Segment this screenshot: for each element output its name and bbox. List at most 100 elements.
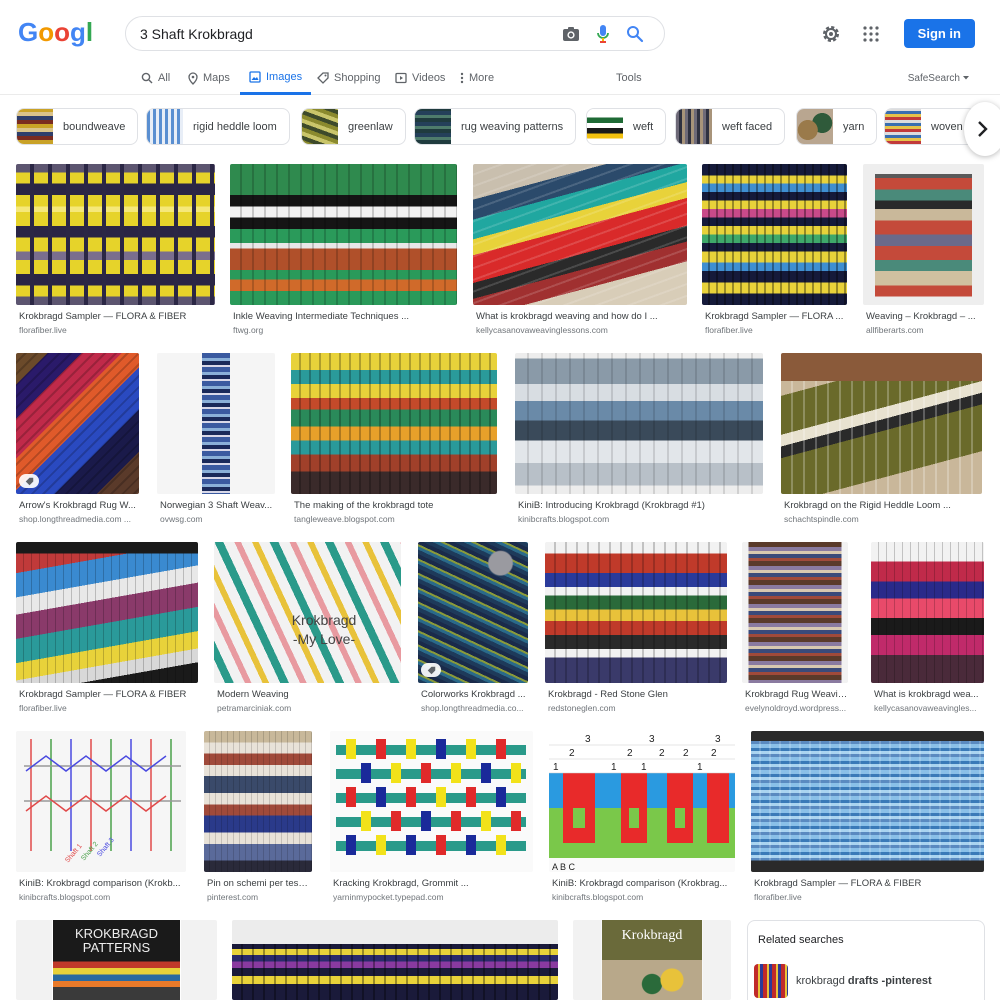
result-source[interactable]: florafiber.live bbox=[754, 892, 984, 902]
result-thumbnail[interactable] bbox=[863, 164, 984, 305]
result-source[interactable]: kinibcrafts.blogspot.com bbox=[19, 892, 186, 902]
result-thumbnail[interactable] bbox=[157, 353, 275, 494]
tab-all[interactable]: All bbox=[141, 62, 170, 94]
result-source[interactable]: florafiber.live bbox=[705, 325, 847, 335]
result-source[interactable]: tangleweave.blogspot.com bbox=[294, 514, 497, 524]
settings-gear-icon[interactable] bbox=[820, 23, 842, 45]
result-source[interactable]: ftwg.org bbox=[233, 325, 457, 335]
result-title[interactable]: Krokbragd Sampler — FLORA & FIBER bbox=[19, 689, 198, 700]
result-thumbnail[interactable] bbox=[16, 353, 139, 494]
result-title[interactable]: What is krokbragd wea... bbox=[874, 689, 984, 700]
result-source[interactable]: kellycasanovaweavingles... bbox=[874, 703, 984, 713]
result-thumbnail[interactable] bbox=[545, 542, 727, 683]
result-source[interactable]: ovwsg.com bbox=[160, 514, 275, 524]
chip-rigid-heddle-loom[interactable]: rigid heddle loom bbox=[146, 108, 290, 145]
tab-images[interactable]: Images bbox=[240, 62, 312, 95]
result-title[interactable]: Krokbragd Sampler — FLORA ... bbox=[705, 311, 847, 322]
book-title-line1: KROKBRAGD bbox=[74, 926, 159, 941]
chip-greenlaw[interactable]: greenlaw bbox=[301, 108, 406, 145]
result-source[interactable]: schachtspindle.com bbox=[784, 514, 982, 524]
result-title[interactable]: Krokbragd Sampler — FLORA & FIBER bbox=[19, 311, 215, 322]
result-title[interactable]: KiniB: Krokbragd comparison (Krokb... bbox=[19, 878, 186, 889]
result-title[interactable]: The making of the krokbragd tote bbox=[294, 500, 497, 511]
chip-woven[interactable]: woven bbox=[884, 108, 976, 145]
result-source[interactable]: shop.longthreadmedia.co... bbox=[421, 703, 528, 713]
chip-boundweave[interactable]: boundweave bbox=[16, 108, 139, 145]
result-title[interactable]: Arrow's Krokbragd Rug W... bbox=[19, 500, 139, 511]
result-title[interactable]: Krokbragd Sampler — FLORA & FIBER bbox=[754, 878, 984, 889]
result-title[interactable]: Modern Weaving bbox=[217, 689, 401, 700]
chip-yarn[interactable]: yarn bbox=[796, 108, 878, 145]
result-thumbnail[interactable]: Shaft 1 Shaft 2 Shaft 3 bbox=[16, 731, 186, 872]
result-thumbnail[interactable] bbox=[871, 542, 984, 683]
result-source[interactable]: shop.longthreadmedia.com ... bbox=[19, 514, 139, 524]
result-source[interactable]: kinibcrafts.blogspot.com bbox=[552, 892, 735, 902]
result-source[interactable]: florafiber.live bbox=[19, 703, 198, 713]
result-thumbnail[interactable] bbox=[204, 731, 312, 872]
microphone-icon[interactable] bbox=[588, 19, 618, 49]
result-thumbnail[interactable]: 3 3 3 2 2 2 2 2 1 1 1 1 A B C bbox=[549, 731, 735, 872]
search-icon[interactable] bbox=[620, 19, 650, 49]
result-title[interactable]: Colorworks Krokbragd ... bbox=[421, 689, 528, 700]
tab-videos[interactable]: Videos bbox=[395, 62, 445, 94]
result-source[interactable]: kinibcrafts.blogspot.com bbox=[518, 514, 763, 524]
result-source[interactable]: redstoneglen.com bbox=[548, 703, 727, 713]
result-source[interactable]: yarninmypocket.typepad.com bbox=[333, 892, 533, 902]
result-thumbnail[interactable] bbox=[418, 542, 528, 683]
result-thumbnail[interactable] bbox=[515, 353, 763, 494]
result-thumbnail[interactable] bbox=[16, 542, 198, 683]
safesearch-menu[interactable]: SafeSearch bbox=[908, 62, 970, 94]
result-thumbnail[interactable] bbox=[16, 164, 215, 305]
camera-icon[interactable] bbox=[556, 19, 586, 49]
result-thumbnail[interactable] bbox=[751, 731, 984, 872]
image-result[interactable] bbox=[232, 920, 558, 1000]
result-thumbnail[interactable] bbox=[330, 731, 533, 872]
result-thumbnail[interactable] bbox=[232, 920, 558, 1000]
tab-more[interactable]: More bbox=[460, 62, 494, 94]
result-title[interactable]: Weaving – Krokbragd – ... bbox=[866, 311, 984, 322]
result-thumbnail[interactable] bbox=[742, 542, 848, 683]
google-logo[interactable]: Google bbox=[18, 16, 92, 48]
result-source[interactable]: pinterest.com bbox=[207, 892, 312, 902]
chips-next-button[interactable] bbox=[964, 102, 1000, 156]
search-box[interactable] bbox=[125, 16, 665, 51]
result-thumbnail[interactable] bbox=[702, 164, 847, 305]
result-source[interactable]: evelynoldroyd.wordpress... bbox=[745, 703, 848, 713]
result-title[interactable]: Kracking Krokbragd, Grommit ... bbox=[333, 878, 533, 889]
tools-button[interactable]: Tools bbox=[616, 62, 642, 94]
image-text-krokbragd: Krokbragd bbox=[291, 612, 357, 628]
tab-maps[interactable]: Maps bbox=[188, 62, 230, 94]
search-input[interactable] bbox=[140, 25, 554, 42]
result-title[interactable]: Norwegian 3 Shaft Weav... bbox=[160, 500, 275, 511]
chip-rug-weaving-patterns[interactable]: rug weaving patterns bbox=[414, 108, 577, 145]
result-source[interactable]: florafiber.live bbox=[19, 325, 215, 335]
result-title[interactable]: Krokbragd on the Rigid Heddle Loom ... bbox=[784, 500, 982, 511]
result-title[interactable]: KiniB: Krokbragd comparison (Krokbrag... bbox=[552, 878, 735, 889]
result-title[interactable]: Krokbragd Rug Weavin... bbox=[745, 689, 848, 700]
result-title[interactable]: Krokbragd - Red Stone Glen bbox=[548, 689, 727, 700]
chip-weft[interactable]: weft bbox=[586, 108, 667, 145]
apps-grid-icon[interactable] bbox=[860, 23, 882, 45]
chip-weft-faced[interactable]: weft faced bbox=[675, 108, 786, 145]
related-search-item[interactable]: krokbragd drafts -pinterest bbox=[754, 964, 932, 998]
result-title[interactable]: What is krokbragd weaving and how do I .… bbox=[476, 311, 687, 322]
result-thumbnail[interactable] bbox=[781, 353, 982, 494]
chip-label: greenlaw bbox=[348, 120, 393, 133]
tab-shopping[interactable]: Shopping bbox=[317, 62, 381, 94]
result-title[interactable]: Pin on schemi per tessi... bbox=[207, 878, 312, 889]
chip-label: weft bbox=[633, 120, 654, 133]
result-title[interactable]: KiniB: Introducing Krokbragd (Krokbragd … bbox=[518, 500, 763, 511]
chip-thumbnail bbox=[676, 109, 712, 144]
related-search-bold: drafts -pinterest bbox=[847, 975, 932, 987]
result-thumbnail[interactable] bbox=[230, 164, 457, 305]
result-thumbnail[interactable] bbox=[473, 164, 687, 305]
result-source[interactable]: petramarciniak.com bbox=[217, 703, 401, 713]
tab-maps-label: Maps bbox=[203, 72, 230, 84]
image-result[interactable]: KROKBRAGD PATTERNS bbox=[16, 920, 217, 1000]
result-source[interactable]: kellycasanovaweavinglessons.com bbox=[476, 325, 687, 335]
image-result[interactable]: Krokbragd bbox=[573, 920, 731, 1000]
result-title[interactable]: Inkle Weaving Intermediate Techniques ..… bbox=[233, 311, 457, 322]
result-source[interactable]: allfiberarts.com bbox=[866, 325, 984, 335]
sign-in-button[interactable]: Sign in bbox=[903, 19, 975, 48]
result-thumbnail[interactable] bbox=[291, 353, 497, 494]
